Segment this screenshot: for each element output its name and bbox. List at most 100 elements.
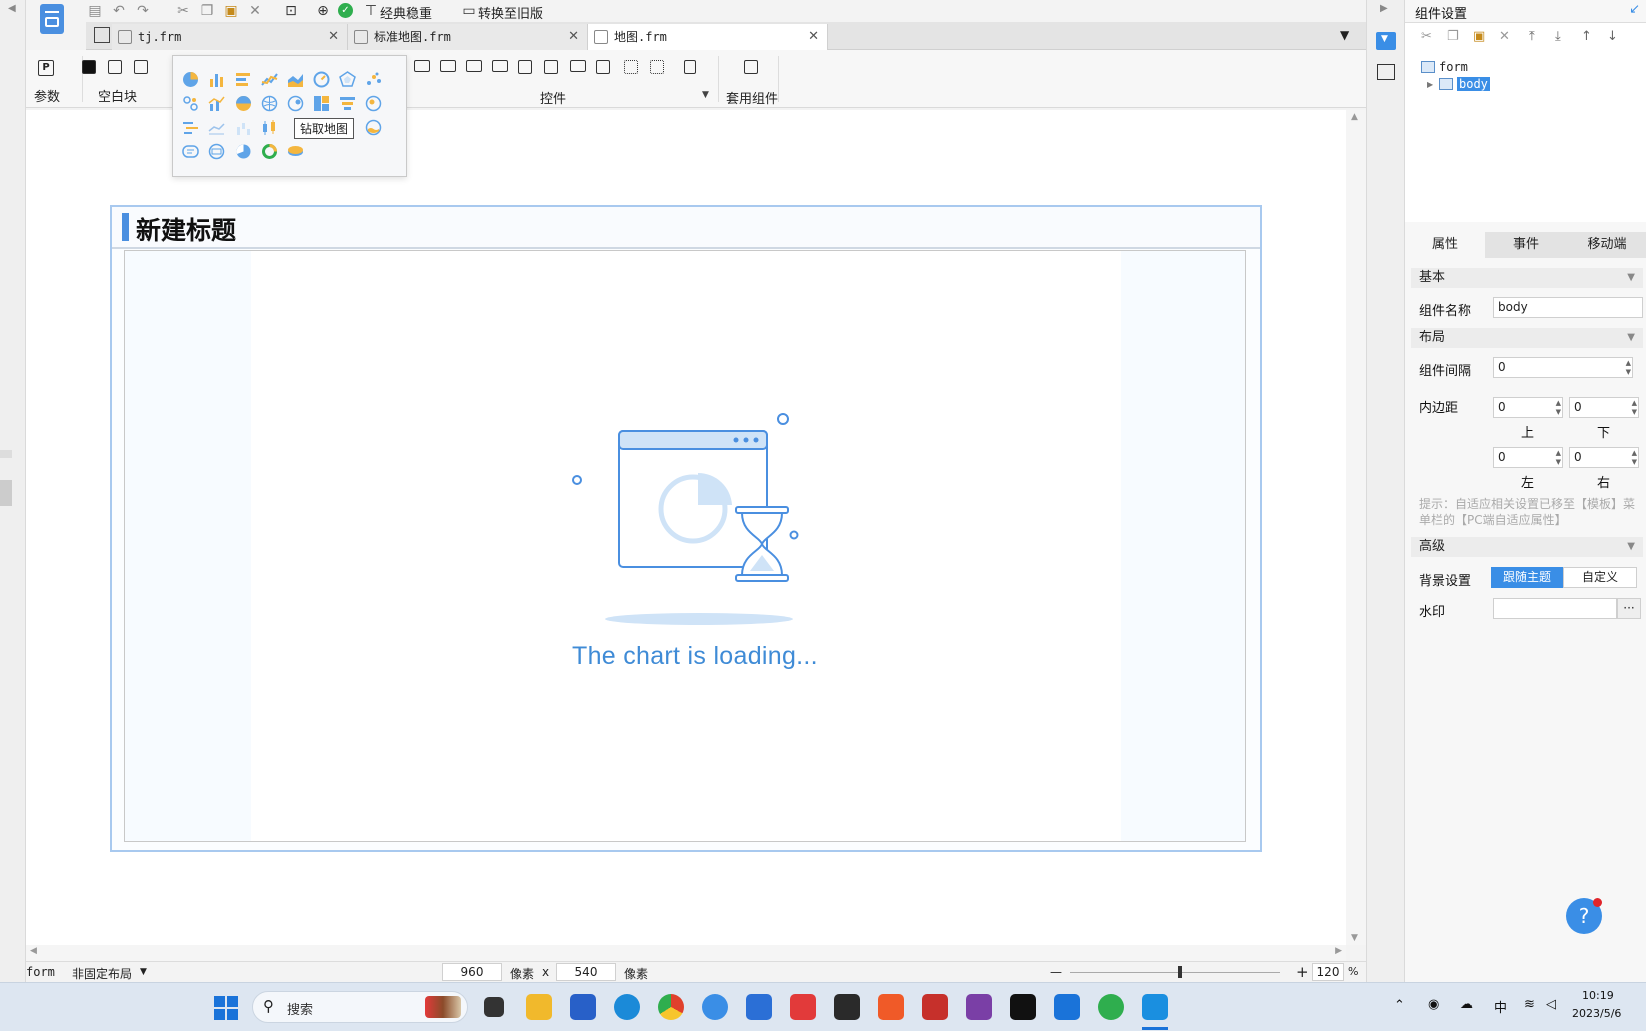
expand-right-icon[interactable]: ▶ [1380, 3, 1388, 14]
padding-left-input[interactable]: 0 ▲ ▼ [1493, 447, 1563, 468]
myhp-icon[interactable] [746, 994, 772, 1020]
close-icon[interactable]: ✕ [568, 24, 579, 50]
padding-top-input[interactable]: 0 ▲ ▼ [1493, 397, 1563, 418]
line-chart-icon[interactable] [261, 71, 278, 88]
task-view-icon[interactable] [484, 997, 504, 1017]
wifi-icon[interactable]: ≋ [1524, 997, 1535, 1012]
table-block-icon[interactable] [134, 60, 148, 74]
zoom-in-icon[interactable]: + [1296, 963, 1309, 981]
date-control-icon[interactable] [518, 60, 532, 74]
combo-chart-icon[interactable] [208, 95, 225, 112]
edge-icon[interactable] [614, 994, 640, 1020]
map-chart-icon[interactable] [261, 95, 278, 112]
app-menu-icon[interactable] [40, 4, 64, 34]
query-control-icon[interactable] [684, 60, 696, 74]
dropdown-control-icon[interactable] [492, 60, 508, 72]
zoom-slider-thumb[interactable] [1178, 966, 1182, 978]
redis-icon[interactable] [922, 994, 948, 1020]
helper-icon[interactable] [702, 994, 728, 1020]
word-cloud-icon[interactable] [182, 143, 199, 160]
delete-icon[interactable]: ✕ [1499, 29, 1510, 44]
file-explorer-icon[interactable] [526, 994, 552, 1020]
padding-right-input[interactable]: 0 ▲ ▼ [1569, 447, 1639, 468]
tab-standard-map[interactable]: 标准地图.frm ✕ [348, 24, 588, 50]
store-icon[interactable] [570, 994, 596, 1020]
layout-mode-select[interactable]: 非固定布局 [72, 965, 132, 982]
tab-properties[interactable]: 属性 [1405, 232, 1485, 258]
terminal-icon[interactable] [834, 994, 860, 1020]
onedrive-icon[interactable]: ☁ [1460, 997, 1473, 1012]
taskbar-search[interactable]: ⚲ 搜索 [252, 991, 468, 1023]
widget-title[interactable]: 新建标题 [136, 211, 236, 247]
checkbox-control-icon[interactable] [650, 60, 664, 74]
check-icon[interactable]: ✓ [338, 3, 353, 18]
candlestick-icon[interactable] [261, 119, 278, 136]
convert-icon[interactable]: ▭ [460, 2, 478, 20]
pin-icon[interactable]: ↙ [1629, 2, 1640, 17]
tab-tj[interactable]: tj.frm ✕ [112, 24, 348, 50]
windows-start-icon[interactable] [214, 996, 238, 1020]
tree-body-node[interactable]: body [1457, 77, 1490, 91]
splitter-handle[interactable] [0, 450, 12, 458]
range-area-icon[interactable] [208, 119, 225, 136]
section-advanced[interactable]: 高级 ▼ [1411, 537, 1643, 557]
bar-chart-icon[interactable] [208, 71, 225, 88]
treemap-icon[interactable] [313, 95, 330, 112]
tab-events[interactable]: 事件 [1486, 232, 1566, 258]
label-control-icon[interactable] [440, 60, 456, 72]
save-icon[interactable]: ▤ [86, 2, 104, 20]
gantt-chart-icon[interactable] [182, 119, 199, 136]
template-component-icon[interactable] [744, 60, 758, 74]
preview-icon[interactable]: ⊡ [282, 2, 300, 20]
move-up-icon[interactable]: ↑ [1581, 29, 1592, 44]
gap-input[interactable]: 0 ▲ ▼ [1493, 357, 1633, 378]
convert-old-button[interactable]: 转换至旧版 [478, 3, 543, 22]
bg-custom-button[interactable]: 自定义 [1563, 567, 1637, 588]
zoom-input[interactable]: 120 [1312, 963, 1344, 981]
grid-view-icon[interactable] [94, 27, 110, 43]
paste-icon[interactable]: ▣ [1473, 29, 1485, 44]
button-control-icon[interactable] [466, 60, 482, 72]
delete-icon[interactable]: ✕ [246, 2, 264, 20]
controls-label[interactable]: 控件 [540, 88, 566, 107]
calendar-control-icon[interactable] [544, 60, 558, 74]
chrome-icon[interactable] [658, 994, 684, 1020]
horizontal-bar-icon[interactable] [235, 71, 252, 88]
number-control-icon[interactable] [570, 60, 586, 72]
undo-icon[interactable]: ↶ [110, 2, 128, 20]
tab-menu-icon[interactable]: ▼ [1340, 28, 1349, 42]
dashboard-icon[interactable] [208, 143, 225, 160]
vertical-scrollbar[interactable]: ▲ ▼ [1346, 110, 1366, 945]
copy-icon[interactable]: ❐ [1447, 29, 1459, 44]
tree-expand-icon[interactable]: ▶ [1427, 80, 1433, 89]
gauge-icon[interactable] [313, 71, 330, 88]
area-chart-icon[interactable] [287, 71, 304, 88]
bubble-chart-icon[interactable] [182, 95, 199, 112]
finereport-icon[interactable] [1142, 994, 1168, 1020]
close-icon[interactable]: ✕ [808, 24, 819, 50]
textbox-control-icon[interactable] [414, 60, 430, 72]
scroll-right-icon[interactable]: ▶ [1335, 946, 1342, 956]
move-bottom-icon[interactable]: ⤓ [1555, 29, 1561, 44]
horizontal-scrollbar[interactable]: ◀ ▶ [26, 945, 1346, 961]
layout-dropdown-icon[interactable]: ▼ [140, 967, 147, 977]
blank-block-label[interactable]: 空白块 [98, 86, 137, 105]
liquid-fill-icon[interactable] [365, 119, 382, 136]
qq-icon[interactable]: ◉ [1428, 997, 1439, 1012]
scroll-down-icon[interactable]: ▼ [1351, 933, 1358, 943]
radio-control-icon[interactable] [624, 60, 638, 74]
volume-icon[interactable]: ◁ [1546, 997, 1556, 1012]
move-down-icon[interactable]: ↓ [1607, 29, 1618, 44]
winrar-icon[interactable] [966, 994, 992, 1020]
height-input[interactable]: 540 [556, 963, 616, 981]
blank-block-icon[interactable] [82, 60, 96, 74]
param-label[interactable]: 参数 [34, 86, 60, 105]
wps-icon[interactable] [790, 994, 816, 1020]
list-control-icon[interactable] [596, 60, 610, 74]
param-icon[interactable]: P [38, 60, 54, 76]
copy-icon[interactable]: ❐ [198, 2, 216, 20]
radar-chart-icon[interactable] [339, 71, 356, 88]
zoom-out-icon[interactable]: — [1050, 965, 1062, 979]
xmind-icon[interactable] [878, 994, 904, 1020]
ring-chart-icon[interactable] [261, 143, 278, 160]
